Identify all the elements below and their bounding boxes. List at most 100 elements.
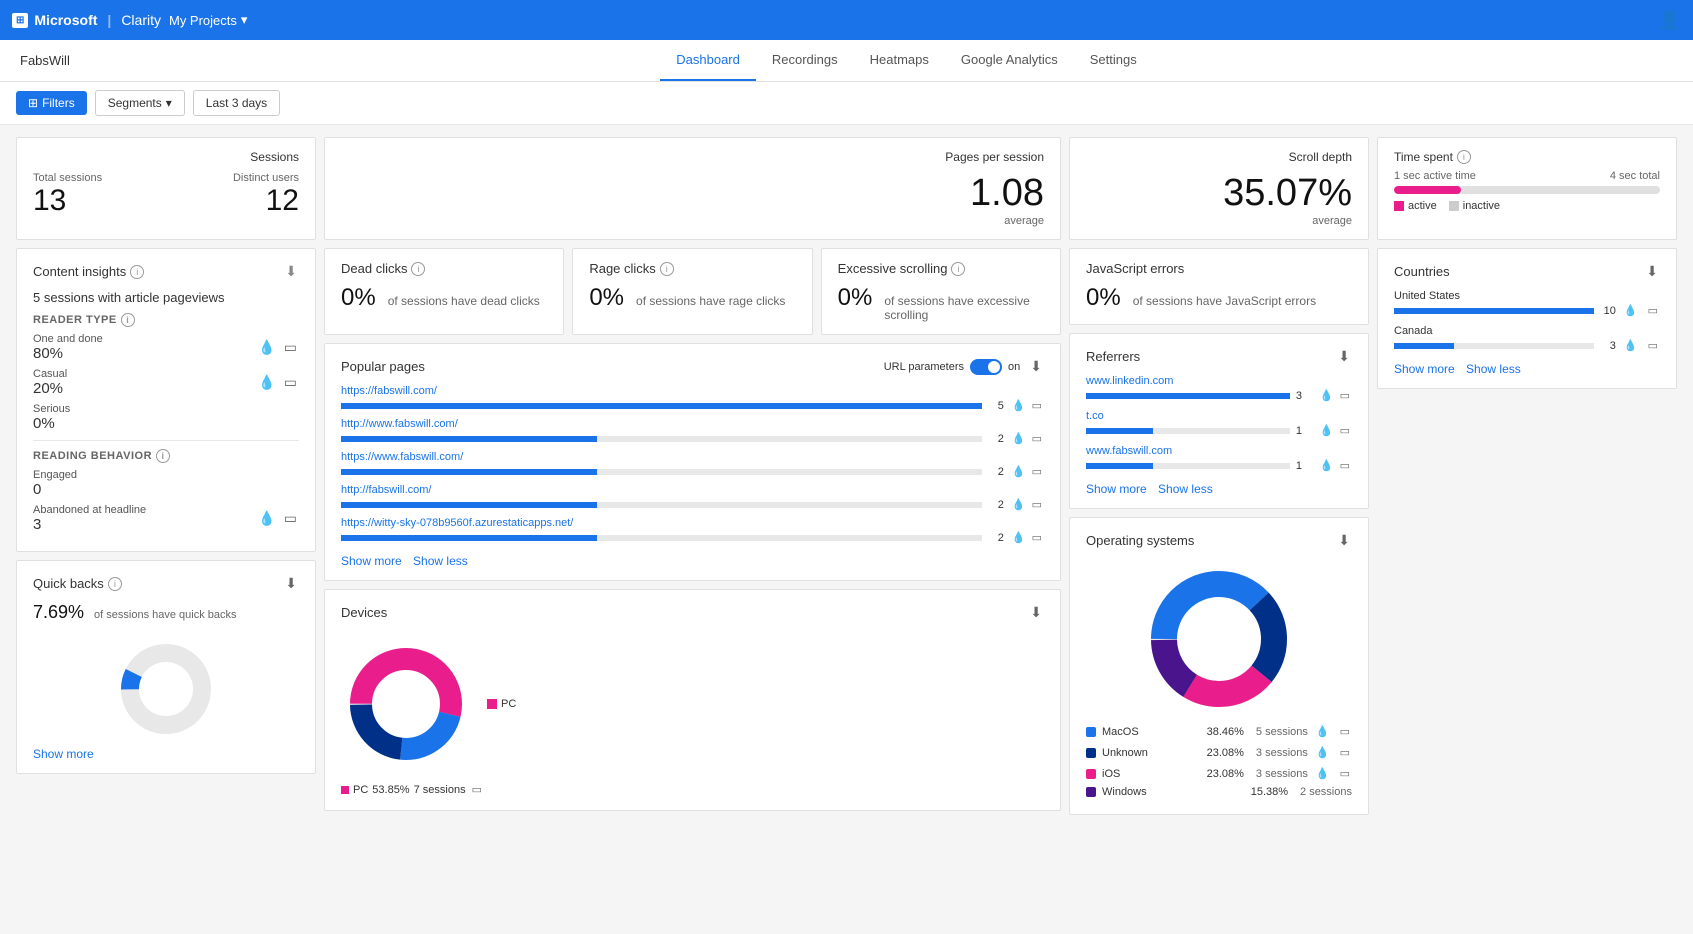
my-projects-menu[interactable]: My Projects ▾ (169, 12, 247, 28)
unknown-heatmap-btn[interactable]: 💧 (1314, 744, 1332, 761)
ref-heatmap-btn-0[interactable]: 💧 (1318, 387, 1336, 404)
time-spent-card: Time spent i 1 sec active time 4 sec tot… (1377, 137, 1677, 240)
ref-recording-btn-0[interactable]: ▭ (1338, 387, 1352, 404)
os-title: Operating systems (1086, 533, 1194, 548)
macos-recording-btn[interactable]: ▭ (1338, 723, 1352, 740)
tab-recordings[interactable]: Recordings (756, 40, 854, 81)
unknown-color (1086, 748, 1096, 758)
quick-backs-show-more-button[interactable]: Show more (33, 747, 94, 761)
abandoned-heatmap-button[interactable]: 💧 (256, 508, 277, 529)
ios-heatmap-btn[interactable]: 💧 (1314, 765, 1332, 782)
quick-backs-download-button[interactable]: ⬇ (283, 573, 299, 594)
url-params-toggle[interactable] (970, 359, 1002, 375)
filter-button[interactable]: ⊞ Filters (16, 91, 87, 115)
reading-behavior-info-icon[interactable]: i (156, 449, 170, 463)
ref-heatmap-btn-1[interactable]: 💧 (1318, 422, 1336, 439)
pc-stat-label: PC (353, 784, 368, 796)
quick-backs-desc: of sessions have quick backs (94, 609, 236, 621)
ref-heatmap-btn-2[interactable]: 💧 (1318, 457, 1336, 474)
ios-pct: 23.08% (1207, 768, 1244, 780)
dead-clicks-info-icon[interactable]: i (411, 262, 425, 276)
tab-google-analytics[interactable]: Google Analytics (945, 40, 1074, 81)
countries-show-less-button[interactable]: Show less (1466, 362, 1521, 376)
one-and-done-heatmap-button[interactable]: 💧 (256, 337, 277, 358)
page-heatmap-btn-3[interactable]: 💧 (1010, 496, 1028, 513)
tab-heatmaps[interactable]: Heatmaps (854, 40, 945, 81)
time-spent-info-icon[interactable]: i (1457, 150, 1471, 164)
ref-recording-btn-2[interactable]: ▭ (1338, 457, 1352, 474)
unknown-recording-btn[interactable]: ▭ (1338, 744, 1352, 761)
os-row-2: iOS 23.08% 3 sessions 💧 ▭ (1086, 765, 1352, 782)
content-insights-info-icon[interactable]: i (130, 265, 144, 279)
macos-heatmap-btn[interactable]: 💧 (1314, 723, 1332, 740)
content-insights-card: Content insights i ⬇ 5 sessions with art… (16, 248, 316, 552)
one-and-done-recording-button[interactable]: ▭ (282, 337, 299, 358)
macos-name: MacOS (1102, 726, 1201, 738)
referrers-download-button[interactable]: ⬇ (1336, 346, 1352, 367)
page-row-2: https://www.fabswill.com/ 2 💧 ▭ (341, 451, 1044, 480)
ca-heatmap-btn[interactable]: 💧 (1622, 337, 1640, 354)
middle-column: Dead clicks i 0% of sessions have dead c… (324, 248, 1061, 815)
referrers-title: Referrers (1086, 349, 1140, 364)
inactive-legend: inactive (1449, 200, 1500, 212)
pages-avg: average (1004, 215, 1044, 227)
popular-pages-download-button[interactable]: ⬇ (1028, 356, 1044, 377)
page-url-0: https://fabswill.com/ (341, 385, 661, 397)
ref-recording-btn-1[interactable]: ▭ (1338, 422, 1352, 439)
page-heatmap-btn-4[interactable]: 💧 (1010, 529, 1028, 546)
ref-row-1: t.co 1 💧 ▭ (1086, 410, 1352, 439)
countries-download-button[interactable]: ⬇ (1644, 261, 1660, 282)
segments-button[interactable]: Segments ▾ (95, 90, 185, 116)
os-download-button[interactable]: ⬇ (1336, 530, 1352, 551)
countries-show-more-button[interactable]: Show more (1394, 362, 1455, 376)
popular-pages-show-more-button[interactable]: Show more (341, 554, 402, 568)
page-heatmap-btn-1[interactable]: 💧 (1010, 430, 1028, 447)
date-range-button[interactable]: Last 3 days (193, 90, 280, 116)
referrers-show-less-button[interactable]: Show less (1158, 482, 1213, 496)
time-bar-active (1394, 186, 1461, 194)
us-heatmap-btn[interactable]: 💧 (1622, 302, 1640, 319)
js-errors-value: 0% (1086, 284, 1121, 312)
pages-value: 1.08 (970, 172, 1044, 215)
casual-recording-button[interactable]: ▭ (282, 372, 299, 393)
ref-count-1: 1 (1296, 425, 1312, 437)
rage-clicks-desc: of sessions have rage clicks (636, 294, 785, 308)
tab-dashboard[interactable]: Dashboard (660, 40, 756, 81)
page-recording-btn-1[interactable]: ▭ (1030, 430, 1044, 447)
page-heatmap-btn-0[interactable]: 💧 (1010, 397, 1028, 414)
app-name: Clarity (121, 12, 161, 28)
ref-bar-0 (1086, 393, 1290, 399)
devices-pc-legend: PC (487, 698, 516, 710)
time-spent-label: Time spent i (1394, 150, 1471, 164)
tab-settings[interactable]: Settings (1074, 40, 1153, 81)
rage-clicks-info-icon[interactable]: i (660, 262, 674, 276)
referrers-show-more-button[interactable]: Show more (1086, 482, 1147, 496)
engaged-row: Engaged 0 (33, 469, 299, 498)
ios-name: iOS (1102, 768, 1201, 780)
devices-card: Devices ⬇ (324, 589, 1061, 811)
user-avatar[interactable]: 👤 (1659, 10, 1681, 31)
pc-recording-btn[interactable]: ▭ (470, 781, 484, 798)
page-recording-btn-2[interactable]: ▭ (1030, 463, 1044, 480)
devices-download-button[interactable]: ⬇ (1028, 602, 1044, 623)
popular-pages-show-less-button[interactable]: Show less (413, 554, 468, 568)
page-recording-btn-4[interactable]: ▭ (1030, 529, 1044, 546)
ref-count-0: 3 (1296, 390, 1312, 402)
quick-backs-info-icon[interactable]: i (108, 577, 122, 591)
abandoned-row: Abandoned at headline 3 💧 ▭ (33, 504, 299, 533)
content-insights-download-button[interactable]: ⬇ (283, 261, 299, 282)
page-url-4: https://witty-sky-078b9560f.azurestatica… (341, 517, 661, 529)
abandoned-label: Abandoned at headline (33, 504, 146, 516)
ca-recording-btn[interactable]: ▭ (1646, 337, 1660, 354)
quick-backs-pct: 7.69% (33, 602, 84, 623)
windows-color (1086, 787, 1096, 797)
page-heatmap-btn-2[interactable]: 💧 (1010, 463, 1028, 480)
page-recording-btn-0[interactable]: ▭ (1030, 397, 1044, 414)
ios-recording-btn[interactable]: ▭ (1338, 765, 1352, 782)
abandoned-recording-button[interactable]: ▭ (282, 508, 299, 529)
page-recording-btn-3[interactable]: ▭ (1030, 496, 1044, 513)
excessive-scrolling-info-icon[interactable]: i (951, 262, 965, 276)
us-recording-btn[interactable]: ▭ (1646, 302, 1660, 319)
reader-type-info-icon[interactable]: i (121, 313, 135, 327)
casual-heatmap-button[interactable]: 💧 (256, 372, 277, 393)
